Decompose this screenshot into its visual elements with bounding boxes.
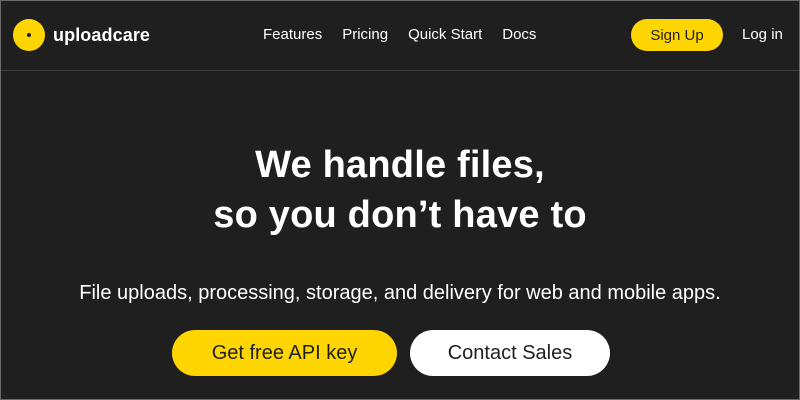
hero-heading-line-1: We handle files, [255,144,545,186]
top-navigation-bar: uploadcare Features Pricing Quick Start … [0,0,800,71]
sign-up-button[interactable]: Sign Up [631,19,723,51]
logo-center-dot [27,33,31,37]
hero-subtitle: File uploads, processing, storage, and d… [79,282,721,304]
uploadcare-logo-icon [13,19,45,51]
brand-name: uploadcare [53,24,151,45]
nav-link-features[interactable]: Features [263,24,322,46]
nav-link-quick-start[interactable]: Quick Start [408,24,482,46]
hero-heading-line-2: so you don’t have to [213,194,587,236]
nav-link-docs[interactable]: Docs [502,24,536,46]
hero-heading: We handle files, so you don’t have to [0,140,800,240]
log-in-link[interactable]: Log in [742,24,783,46]
get-api-key-button[interactable]: Get free API key [172,330,397,376]
nav-link-pricing[interactable]: Pricing [342,24,388,46]
contact-sales-button[interactable]: Contact Sales [410,330,610,376]
brand-logo-link[interactable]: uploadcare [13,19,150,51]
primary-nav: Features Pricing Quick Start Docs [263,24,536,46]
